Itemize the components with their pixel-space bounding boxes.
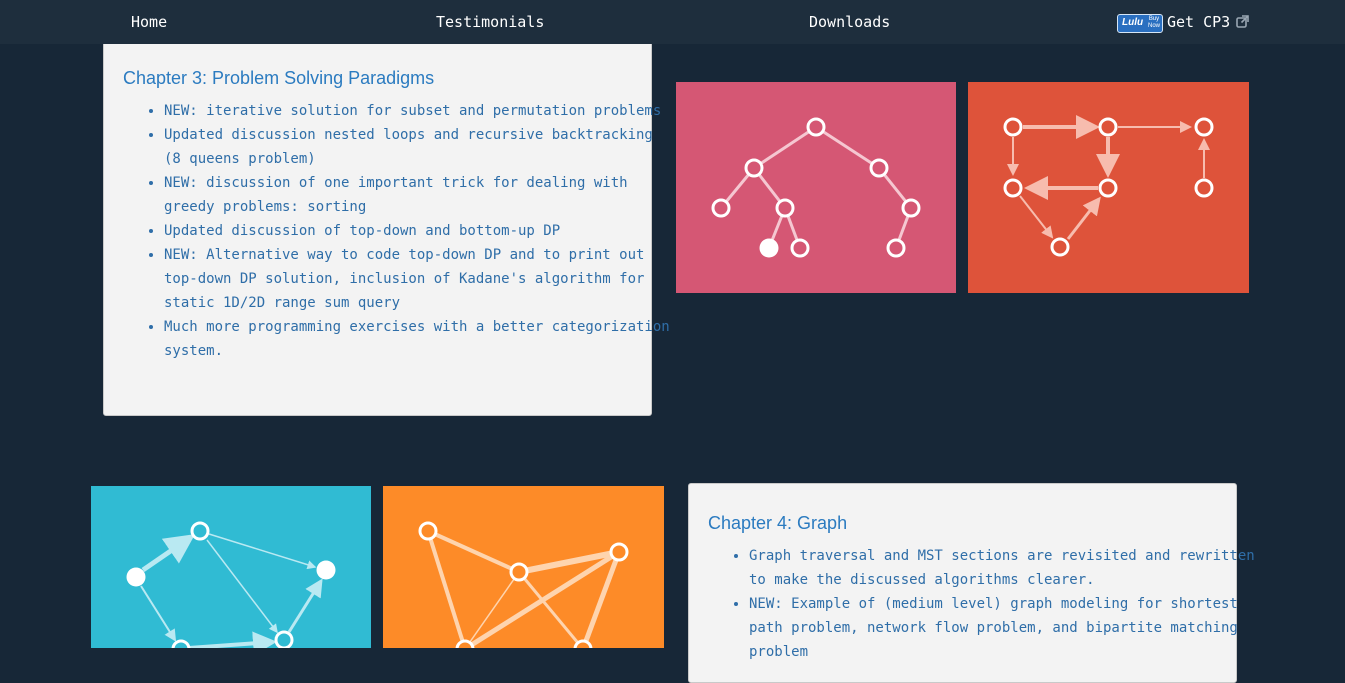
network-graph-illustration-tile bbox=[91, 486, 371, 648]
chapter4-title: Chapter 4: Graph bbox=[708, 513, 848, 533]
lulu-logo-text: Lulu bbox=[1122, 17, 1144, 28]
list-item: Graph traversal and MST sections are rev… bbox=[749, 544, 1259, 592]
tree-graph-icon bbox=[711, 117, 921, 258]
lulu-buy-now-badge[interactable]: Lulu Buy Now bbox=[1117, 14, 1163, 33]
external-link-icon[interactable] bbox=[1236, 15, 1249, 28]
undirected-graph-illustration-tile bbox=[383, 486, 664, 648]
nav-downloads-link[interactable]: Downloads bbox=[809, 0, 890, 44]
network-graph-icon bbox=[126, 521, 336, 648]
chapter4-list: Graph traversal and MST sections are rev… bbox=[708, 544, 1259, 664]
chapter3-card: Chapter 3: Problem Solving Paradigms NEW… bbox=[103, 38, 670, 416]
chapter3-list: NEW: iterative solution for subset and p… bbox=[123, 99, 674, 363]
list-item: NEW: Example of (medium level) graph mod… bbox=[749, 592, 1259, 664]
list-item: NEW: discussion of one important trick f… bbox=[164, 171, 674, 219]
chapter4-card: Chapter 4: Graph Graph traversal and MST… bbox=[688, 483, 1255, 683]
list-item: Updated discussion of top-down and botto… bbox=[164, 219, 674, 243]
directed-graph-illustration-tile bbox=[968, 82, 1249, 293]
nav-home-link[interactable]: Home bbox=[131, 0, 167, 44]
tree-illustration-tile bbox=[676, 82, 956, 293]
nav-get-cp3-link[interactable]: Get CP3 bbox=[1167, 0, 1230, 44]
list-item: NEW: iterative solution for subset and p… bbox=[164, 99, 674, 123]
list-item: NEW: Alternative way to code top-down DP… bbox=[164, 243, 674, 315]
top-navbar: Home Testimonials Downloads Lulu Buy Now… bbox=[0, 0, 1345, 44]
list-item: Updated discussion nested loops and recu… bbox=[164, 123, 674, 171]
chapter3-title: Chapter 3: Problem Solving Paradigms bbox=[123, 68, 435, 88]
buy-now-text: Buy Now bbox=[1147, 16, 1160, 29]
nav-testimonials-link[interactable]: Testimonials bbox=[436, 0, 544, 44]
directed-graph-icon bbox=[1003, 115, 1214, 257]
undirected-graph-icon bbox=[418, 521, 629, 648]
list-item: Much more programming exercises with a b… bbox=[164, 315, 674, 363]
